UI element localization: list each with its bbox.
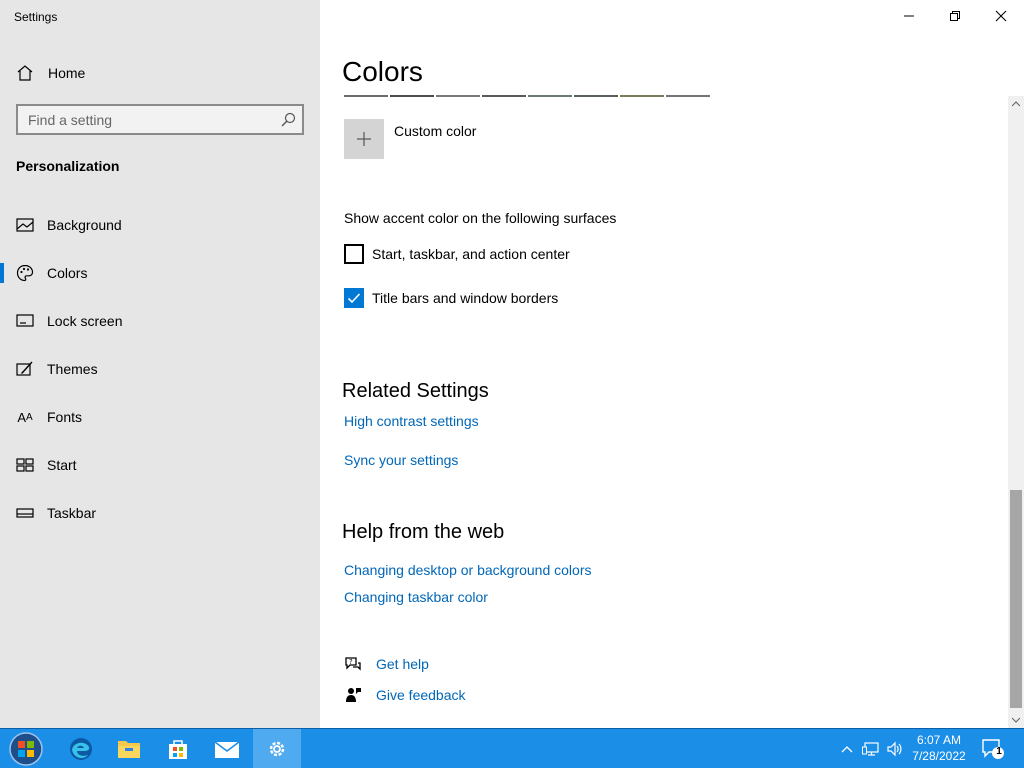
file-explorer-taskbar-button[interactable]	[105, 729, 153, 768]
sidebar: Settings Home Find a setting Personaliza…	[0, 0, 320, 728]
sidebar-item-lock-screen[interactable]: Lock screen	[0, 301, 320, 341]
accent-swatch[interactable]	[528, 95, 572, 97]
search-placeholder: Find a setting	[28, 112, 113, 128]
checkbox-label: Title bars and window borders	[372, 290, 559, 306]
vertical-scrollbar[interactable]	[1008, 96, 1024, 728]
help-web-heading: Help from the web	[342, 521, 505, 543]
show-hidden-icons-chevron-icon[interactable]	[838, 739, 856, 759]
clock-time: 6:07 AM	[916, 733, 962, 747]
give-feedback-link[interactable]: Give feedback	[344, 686, 466, 704]
accent-swatch[interactable]	[344, 95, 388, 97]
sidebar-item-background[interactable]: Background	[0, 205, 320, 245]
sidebar-item-label: Start	[47, 457, 77, 473]
search-input[interactable]: Find a setting	[16, 104, 304, 135]
accent-swatch[interactable]	[620, 95, 664, 97]
window-title: Settings	[14, 10, 58, 24]
feedback-icon	[344, 686, 362, 704]
edge-icon	[70, 738, 92, 760]
mail-icon	[214, 741, 240, 758]
font-icon: AA	[17, 409, 33, 425]
home-label: Home	[48, 65, 86, 81]
sidebar-item-label: Background	[47, 217, 122, 233]
restore-icon	[950, 11, 960, 21]
start-taskbar-checkbox-row[interactable]: Start, taskbar, and action center	[344, 244, 570, 264]
edge-taskbar-button[interactable]	[57, 729, 105, 768]
store-taskbar-button[interactable]	[154, 729, 202, 768]
mail-taskbar-button[interactable]	[203, 729, 251, 768]
high-contrast-link[interactable]: High contrast settings	[344, 413, 479, 429]
search-icon[interactable]	[280, 112, 296, 128]
home-nav-item[interactable]: Home	[16, 64, 85, 82]
taskbar-clock[interactable]: 6:07 AM 7/28/2022	[906, 732, 972, 764]
sidebar-item-themes[interactable]: Themes	[0, 349, 320, 389]
minimize-icon	[904, 15, 914, 17]
notification-count: 1	[996, 746, 1002, 757]
sidebar-item-start[interactable]: Start	[0, 445, 320, 485]
custom-color-button[interactable]	[344, 119, 384, 159]
checkbox-label: Start, taskbar, and action center	[372, 246, 570, 262]
brush-icon	[16, 360, 34, 378]
help-desktop-colors-link[interactable]: Changing desktop or background colors	[344, 562, 592, 578]
scroll-up-arrow-icon[interactable]	[1008, 96, 1024, 112]
sidebar-item-label: Lock screen	[47, 313, 123, 329]
taskbar: 6:07 AM 7/28/2022 1	[0, 728, 1024, 768]
plus-icon	[357, 132, 371, 146]
accent-swatch[interactable]	[482, 95, 526, 97]
palette-icon	[16, 264, 34, 282]
svg-text:?: ?	[349, 658, 353, 666]
title-bars-checkbox[interactable]	[344, 288, 364, 308]
start-grid-icon	[16, 456, 34, 474]
lock-screen-icon	[16, 312, 34, 330]
accent-swatch[interactable]	[390, 95, 434, 97]
start-taskbar-checkbox[interactable]	[344, 244, 364, 264]
custom-color-label[interactable]: Custom color	[394, 123, 476, 139]
settings-icon	[269, 741, 285, 757]
minimize-button[interactable]	[886, 0, 932, 32]
get-help-label: Get help	[376, 656, 429, 672]
accent-swatch[interactable]	[666, 95, 710, 97]
sidebar-item-label: Colors	[47, 265, 88, 281]
sidebar-item-fonts[interactable]: AA Fonts	[0, 397, 320, 437]
accent-swatch[interactable]	[436, 95, 480, 97]
page-title: Colors	[342, 56, 423, 87]
picture-icon	[16, 216, 34, 234]
sidebar-item-label: Themes	[47, 361, 98, 377]
get-help-icon: ?	[344, 655, 362, 673]
scrollbar-thumb[interactable]	[1010, 490, 1022, 708]
volume-icon[interactable]	[886, 739, 904, 759]
sidebar-item-taskbar[interactable]: Taskbar	[0, 493, 320, 533]
action-center-button[interactable]: 1	[980, 737, 1006, 761]
start-orb-icon	[9, 732, 43, 766]
sidebar-item-label: Taskbar	[47, 505, 97, 521]
close-button[interactable]	[978, 0, 1024, 32]
give-feedback-label: Give feedback	[376, 687, 466, 703]
scroll-down-arrow-icon[interactable]	[1008, 712, 1024, 728]
accent-swatch[interactable]	[574, 95, 618, 97]
help-taskbar-color-link[interactable]: Changing taskbar color	[344, 589, 488, 605]
clock-date: 7/28/2022	[912, 749, 966, 763]
start-button[interactable]	[6, 731, 46, 767]
sync-settings-link[interactable]: Sync your settings	[344, 452, 458, 468]
title-bars-checkbox-row[interactable]: Title bars and window borders	[344, 288, 558, 308]
taskbar-icon	[16, 504, 34, 522]
restore-button[interactable]	[932, 0, 978, 32]
section-title: Personalization	[16, 158, 120, 174]
network-icon[interactable]	[862, 739, 880, 759]
checkmark-icon	[347, 293, 361, 304]
sidebar-item-colors[interactable]: Colors	[0, 253, 320, 293]
close-icon	[995, 10, 1007, 22]
file-explorer-icon	[118, 741, 140, 758]
surfaces-label: Show accent color on the following surfa…	[344, 210, 617, 226]
store-icon	[169, 740, 187, 759]
sidebar-item-label: Fonts	[47, 409, 83, 425]
settings-taskbar-button[interactable]	[253, 729, 301, 768]
get-help-link[interactable]: ? Get help	[344, 655, 429, 673]
home-icon	[17, 65, 33, 81]
related-settings-heading: Related Settings	[342, 380, 489, 402]
